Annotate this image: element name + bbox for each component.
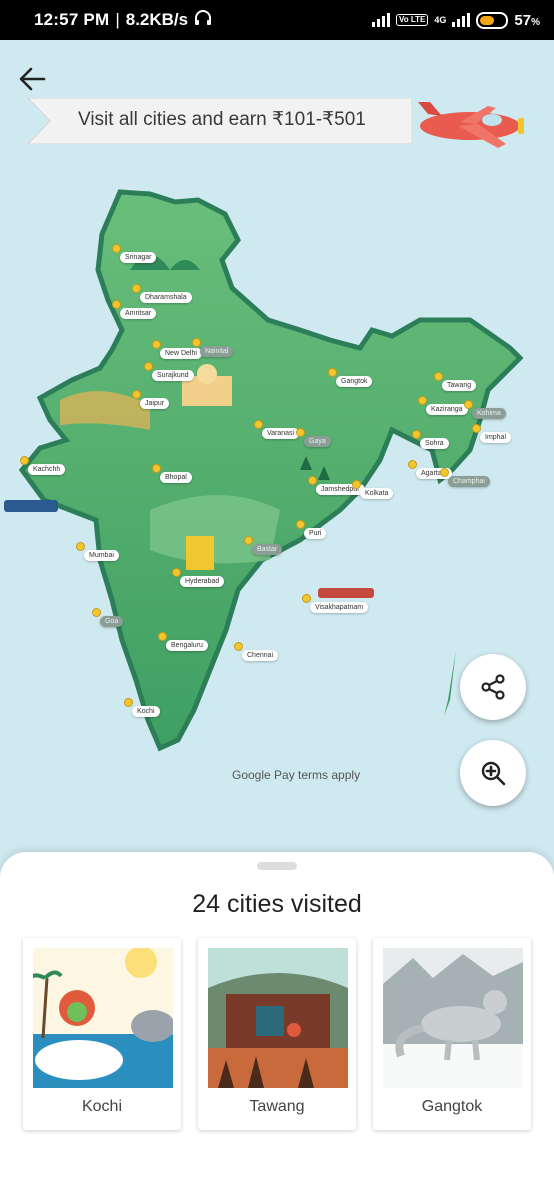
city-label-mumbai[interactable]: Mumbai <box>84 550 119 561</box>
coin-marker <box>418 396 427 405</box>
coin-marker <box>152 340 161 349</box>
volte-badge: Vo LTE <box>396 14 429 26</box>
city-label-bhopal[interactable]: Bhopal <box>160 472 192 483</box>
city-label-varanasi[interactable]: Varanasi <box>262 428 300 439</box>
coin-marker <box>412 430 421 439</box>
coin-marker <box>328 368 337 377</box>
ship-east <box>318 588 374 598</box>
city-label-gangtok[interactable]: Gangtok <box>336 376 373 387</box>
coin-marker <box>132 284 141 293</box>
arrow-back-icon <box>19 67 46 91</box>
coin-marker <box>92 608 101 617</box>
charminar-landmark <box>186 536 214 570</box>
coin-marker <box>302 594 311 603</box>
coin-marker <box>464 400 473 409</box>
city-label-kochi[interactable]: Kochi <box>132 706 160 717</box>
tawang-illustration <box>208 948 348 1088</box>
city-label-goa[interactable]: Goa <box>100 616 124 627</box>
coin-marker <box>244 536 253 545</box>
city-label-bengaluru[interactable]: Bengaluru <box>166 640 208 651</box>
city-label-new delhi[interactable]: New Delhi <box>160 348 202 359</box>
coin-marker <box>112 244 121 253</box>
city-label-kaziranga[interactable]: Kaziranga <box>426 404 468 415</box>
city-label-amritsar[interactable]: Amritsar <box>120 308 157 319</box>
signal-bars-icon-2 <box>452 13 471 27</box>
headphones-icon <box>194 9 212 31</box>
city-label-srinagar[interactable]: Srinagar <box>120 252 157 263</box>
bottom-sheet: 24 cities visited Kochi Tawang Gangtok <box>0 852 554 1200</box>
coin-marker <box>352 480 361 489</box>
coin-marker <box>296 428 305 437</box>
sheet-drag-handle[interactable] <box>257 862 297 870</box>
network-type: 4G <box>434 15 447 25</box>
city-label-tawang[interactable]: Tawang <box>442 380 477 391</box>
banner-text: Visit all cities and earn ₹101-₹501 <box>78 109 366 130</box>
coin-marker <box>144 362 153 371</box>
coin-marker <box>308 476 317 485</box>
coin-marker <box>112 300 121 309</box>
zoom-in-button[interactable] <box>460 740 526 806</box>
coin-marker <box>434 372 443 381</box>
back-button[interactable] <box>18 66 54 92</box>
city-label-gaya[interactable]: Gaya <box>304 436 331 447</box>
status-time: 12:57 PM <box>34 10 110 29</box>
city-card-name: Gangtok <box>421 1098 483 1115</box>
coin-marker <box>172 568 181 577</box>
andaman-islands <box>444 650 456 716</box>
coin-marker <box>254 420 263 429</box>
coin-marker <box>76 542 85 551</box>
city-label-bastar[interactable]: Bastar <box>252 544 283 555</box>
status-bar: 12:57 PM | 8.2KB/s Vo LTE 4G 57% <box>0 0 554 40</box>
coin-marker <box>472 424 481 433</box>
terms-text: Google Pay terms apply <box>232 768 361 782</box>
city-label-jaipur[interactable]: Jaipur <box>140 398 170 409</box>
city-label-nainital[interactable]: Nainital <box>200 346 234 357</box>
zoom-in-icon <box>481 761 506 786</box>
kochi-illustration <box>33 948 173 1088</box>
taj-mahal-dome <box>197 364 217 384</box>
battery-percent: 57% <box>514 11 540 29</box>
coin-marker <box>158 632 167 641</box>
coin-marker <box>152 464 161 473</box>
city-card-gangtok[interactable]: Gangtok <box>373 938 531 1130</box>
city-label-visakhapatnam[interactable]: Visakhapatnam <box>310 602 369 613</box>
city-label-dharamshala[interactable]: Dharamshala <box>140 292 192 303</box>
gangtok-illustration <box>383 948 523 1088</box>
coin-marker <box>132 390 141 399</box>
signal-bars-icon <box>372 13 391 27</box>
city-card-name: Kochi <box>81 1098 123 1115</box>
city-label-hyderabad[interactable]: Hyderabad <box>180 576 225 587</box>
city-card-name: Tawang <box>249 1098 305 1115</box>
ship-west <box>4 500 58 512</box>
coin-marker <box>408 460 417 469</box>
network-speed: 8.2KB/s <box>125 10 189 29</box>
status-separator: | <box>115 10 120 29</box>
map-area: Visit all cities and earn ₹101-₹501 Srin… <box>0 40 554 860</box>
coin-marker <box>20 456 29 465</box>
share-button[interactable] <box>460 654 526 720</box>
city-card-tawang[interactable]: Tawang <box>198 938 356 1130</box>
coin-marker <box>296 520 305 529</box>
share-icon <box>481 674 505 700</box>
city-label-sohra[interactable]: Sohra <box>420 438 449 449</box>
city-label-champhai[interactable]: Champhai <box>448 476 490 487</box>
city-label-kachchh[interactable]: Kachchh <box>28 464 66 475</box>
city-label-surajkund[interactable]: Surajkund <box>152 370 194 381</box>
city-card-kochi[interactable]: Kochi <box>23 938 181 1130</box>
cities-visited-title: 24 cities visited <box>192 890 362 918</box>
city-label-puri[interactable]: Puri <box>304 528 327 539</box>
coin-marker <box>124 698 133 707</box>
city-label-chennai[interactable]: Chennai <box>242 650 279 661</box>
coin-marker <box>192 338 201 347</box>
coin-marker <box>234 642 243 651</box>
city-label-kohima[interactable]: Kohima <box>472 408 506 419</box>
coin-marker <box>440 468 449 477</box>
city-label-imphal[interactable]: Imphal <box>480 432 512 443</box>
city-label-kolkata[interactable]: Kolkata <box>360 488 394 499</box>
airplane-illustration <box>418 102 524 148</box>
battery-icon <box>476 11 509 29</box>
